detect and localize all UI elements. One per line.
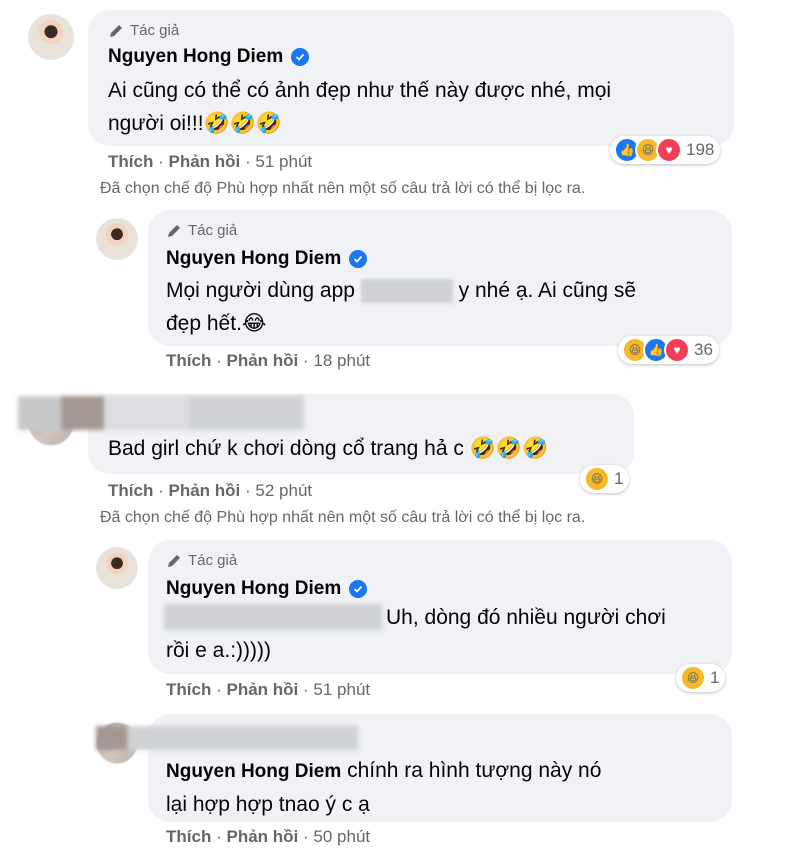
author-avatar[interactable] — [96, 218, 138, 260]
author-name-link[interactable]: Nguyen Hong Diem — [166, 248, 341, 270]
comment-text-line: rồi e a.:))))) — [166, 639, 271, 662]
like-button[interactable]: Thích — [166, 680, 211, 699]
separator: · — [158, 152, 164, 171]
separator: · — [303, 827, 309, 846]
author-tag: Tác giả — [166, 552, 237, 569]
separator: · — [216, 351, 222, 370]
verified-badge-icon — [349, 580, 368, 598]
comment-text-part: y nhé ạ. Ai cũng sẽ — [458, 279, 637, 302]
comment-text: Uh, dòng đó nhiều người chơi rồi e a.:))… — [166, 601, 716, 667]
reaction-summary[interactable]: 😆 1 — [676, 664, 726, 692]
redacted-commenter-name — [96, 726, 358, 750]
reaction-summary[interactable]: 😆 👍 ♥ 36 — [618, 336, 719, 364]
filter-notice: Đã chọn chế độ Phù hợp nhất nên một số c… — [100, 509, 586, 526]
author-avatar[interactable] — [28, 14, 74, 60]
reply-button[interactable]: Phản hồi — [168, 152, 240, 171]
comment-text-line: Uh, dòng đó nhiều người chơi — [166, 601, 716, 634]
comment-author-name[interactable]: Nguyen Hong Diem — [166, 578, 368, 600]
author-name-link[interactable]: Nguyen Hong Diem — [166, 761, 341, 782]
comment-text: Bad girl chứ k chơi dòng cổ trang hả c 🤣… — [108, 437, 549, 460]
timestamp[interactable]: 50 phút — [313, 827, 370, 846]
reply-button[interactable]: Phản hồi — [168, 481, 240, 500]
author-tag-label: Tác giả — [130, 22, 180, 39]
timestamp[interactable]: 18 phút — [313, 351, 370, 370]
comment-actions: Thích · Phản hồi · 50 phút — [166, 827, 370, 847]
author-tag: Tác giả — [108, 22, 179, 39]
pen-icon — [168, 224, 180, 237]
comment-actions: Thích · Phản hồi · 51 phút — [108, 152, 312, 172]
like-button[interactable]: Thích — [166, 351, 211, 370]
verified-badge-icon — [291, 48, 310, 66]
timestamp[interactable]: 51 phút — [255, 152, 312, 171]
comment-text-part: chính ra hình tượng này nó — [347, 759, 602, 782]
reaction-count: 1 — [710, 668, 720, 687]
haha-reaction-icon: 😆 — [680, 665, 706, 691]
like-button[interactable]: Thích — [166, 827, 211, 846]
comment-text-part: Uh, dòng đó nhiều người chơi — [386, 606, 666, 629]
comment-text-part: Mọi người dùng app — [166, 279, 355, 302]
separator: · — [158, 481, 164, 500]
reply-button[interactable]: Phản hồi — [226, 351, 298, 370]
author-name-link[interactable]: Nguyen Hong Diem — [108, 46, 283, 68]
timestamp[interactable]: 51 phút — [313, 680, 370, 699]
like-button[interactable]: Thích — [108, 481, 153, 500]
comment-text: Mọi người dùng app y nhé ạ. Ai cũng sẽ đ… — [166, 274, 716, 340]
comment-text-line: Nguyen Hong Diem chính ra hình tượng này… — [166, 754, 716, 788]
reaction-summary[interactable]: 👍 😆 ♥ 198 — [610, 136, 721, 164]
author-avatar[interactable] — [96, 547, 138, 589]
comment-text-line: lại hợp hợp tnao ý c ạ — [166, 793, 370, 816]
author-name-link[interactable]: Nguyen Hong Diem — [166, 578, 341, 600]
reply-button[interactable]: Phản hồi — [226, 827, 298, 846]
pen-icon — [110, 24, 122, 37]
haha-reaction-icon: 😆 — [584, 466, 610, 492]
comment-actions: Thích · Phản hồi · 18 phút — [166, 351, 370, 371]
comment-text-line: Ai cũng có thể có ảnh đẹp như thế này đư… — [108, 79, 612, 102]
love-reaction-icon: ♥ — [664, 337, 690, 363]
separator: · — [245, 481, 251, 500]
comment-author-name[interactable]: Nguyen Hong Diem — [108, 46, 310, 68]
separator: · — [303, 351, 309, 370]
comment-actions: Thích · Phản hồi · 51 phút — [166, 680, 370, 700]
like-button[interactable]: Thích — [108, 152, 153, 171]
redacted-blur — [360, 279, 453, 304]
separator: · — [216, 827, 222, 846]
filter-notice: Đã chọn chế độ Phù hợp nhất nên một số c… — [100, 180, 586, 197]
timestamp[interactable]: 52 phút — [255, 481, 312, 500]
reaction-count: 198 — [686, 140, 715, 159]
separator: · — [245, 152, 251, 171]
verified-badge-icon — [349, 250, 368, 268]
author-tag: Tác giả — [166, 222, 237, 239]
redacted-commenter-name — [18, 396, 304, 430]
reply-button[interactable]: Phản hồi — [226, 680, 298, 699]
reaction-count: 1 — [614, 469, 624, 488]
comment-text: Ai cũng có thể có ảnh đẹp như thế này đư… — [108, 74, 718, 140]
separator: · — [216, 680, 222, 699]
comment-text-line: Mọi người dùng app y nhé ạ. Ai cũng sẽ — [166, 274, 716, 307]
reaction-summary[interactable]: 😆 1 — [580, 465, 630, 493]
comment-actions: Thích · Phản hồi · 52 phút — [108, 481, 312, 501]
author-tag-label: Tác giả — [188, 552, 238, 569]
comment-text: Nguyen Hong Diem chính ra hình tượng này… — [166, 754, 716, 821]
reaction-count: 36 — [694, 340, 713, 359]
separator: · — [303, 680, 309, 699]
author-tag-label: Tác giả — [188, 222, 238, 239]
comment-author-name[interactable]: Nguyen Hong Diem — [166, 248, 368, 270]
love-reaction-icon: ♥ — [656, 137, 682, 163]
pen-icon — [168, 554, 180, 567]
